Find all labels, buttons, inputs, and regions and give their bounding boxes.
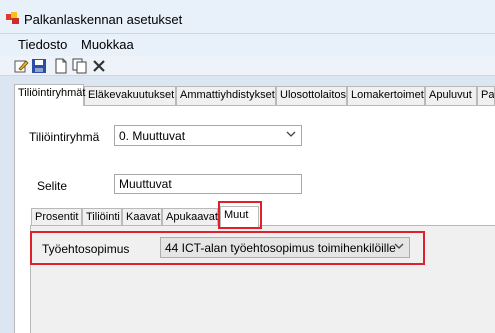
subtab-apukaavat[interactable]: Apukaavat bbox=[162, 208, 218, 226]
tes-select-value: 44 ICT-alan työehtosopimus toimihenkilöi… bbox=[165, 241, 396, 255]
subtab-kaavat[interactable]: Kaavat bbox=[122, 208, 162, 226]
tes-select[interactable]: 44 ICT-alan työehtosopimus toimihenkilöi… bbox=[160, 237, 410, 258]
tab-apuluvut[interactable]: Apuluvut bbox=[425, 86, 477, 105]
tab-tilioointiryhmat[interactable]: Tiliöintiryhmät bbox=[14, 84, 85, 106]
copy-icon[interactable] bbox=[72, 58, 88, 74]
delete-icon[interactable] bbox=[91, 58, 107, 74]
subtab-prosentit[interactable]: Prosentit bbox=[31, 208, 82, 226]
selite-input[interactable]: Muuttuvat bbox=[114, 174, 302, 194]
new-document-icon[interactable] bbox=[53, 58, 69, 74]
tab-palkka[interactable]: Pal bbox=[477, 86, 495, 105]
chevron-down-icon bbox=[286, 131, 296, 137]
menu-tiedosto[interactable]: Tiedosto bbox=[18, 37, 67, 52]
window-title: Palkanlaskennan asetukset bbox=[24, 12, 183, 27]
tab-elakevakuutukset[interactable]: Eläkevakuutukset bbox=[84, 86, 176, 105]
app-icon bbox=[6, 12, 19, 24]
menu-muokkaa[interactable]: Muokkaa bbox=[81, 37, 134, 52]
chevron-down-icon bbox=[394, 243, 404, 249]
selite-label: Selite bbox=[37, 179, 68, 193]
group-select[interactable]: 0. Muuttuvat bbox=[114, 125, 302, 146]
group-label: Tiliöintiryhmä bbox=[29, 130, 100, 144]
menu-bar bbox=[0, 34, 495, 56]
tab-lomakertoimet[interactable]: Lomakertoimet bbox=[347, 86, 425, 105]
tes-label: Työehtosopimus bbox=[42, 242, 130, 256]
tab-ulosottolaitos[interactable]: Ulosottolaitos bbox=[276, 86, 347, 105]
tab-ammattiyhdistykset[interactable]: Ammattiyhdistykset bbox=[176, 86, 276, 105]
group-select-value: 0. Muuttuvat bbox=[119, 129, 186, 143]
subtab-tiliointi[interactable]: Tiliöinti bbox=[82, 208, 122, 226]
save-icon[interactable] bbox=[31, 58, 47, 74]
selite-value: Muuttuvat bbox=[119, 177, 172, 191]
subtab-muut-highlight bbox=[218, 201, 262, 229]
edit-icon[interactable] bbox=[13, 58, 29, 74]
